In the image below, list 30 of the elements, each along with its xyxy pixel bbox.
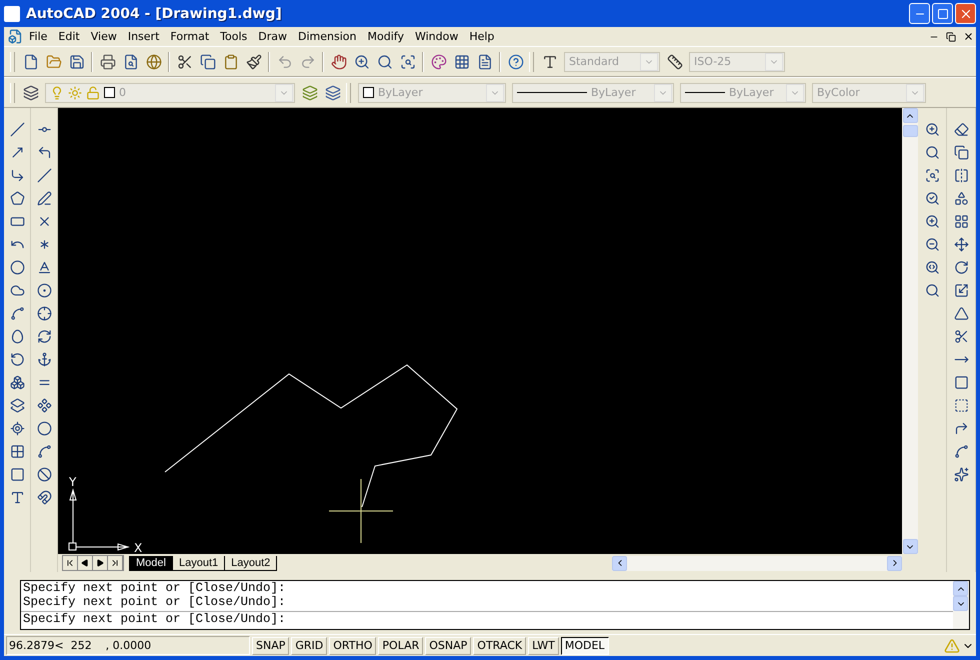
menu-item[interactable]: Edit — [53, 30, 85, 43]
menu-item[interactable]: File — [24, 30, 52, 43]
menu-item[interactable]: View — [86, 30, 122, 43]
y-axis-label: Y — [69, 475, 76, 489]
menu-item[interactable]: Draw — [253, 30, 292, 43]
status-toggle[interactable]: POLAR — [378, 636, 424, 654]
status-toggle[interactable]: OTRACK — [473, 636, 526, 654]
command-history-line: Specify next point or [Close/Undo]: — [22, 581, 287, 595]
menu-item[interactable]: Insert — [122, 30, 164, 43]
drawing-canvas[interactable]: Y X — [58, 108, 902, 554]
status-toggle[interactable]: ORTHO — [329, 636, 376, 654]
status-toggle[interactable]: SNAP — [252, 636, 290, 654]
layout-tab[interactable]: Layout2 — [224, 556, 278, 570]
menu-item[interactable]: Modify — [362, 30, 409, 43]
menu-item[interactable]: Format — [165, 30, 214, 43]
layout-tab[interactable]: Layout1 — [172, 556, 226, 570]
x-axis-label: X — [134, 541, 142, 555]
menu-item[interactable]: Help — [464, 30, 500, 43]
menu-item[interactable]: Window — [410, 30, 464, 43]
command-history-line: Specify next point or [Close/Undo]: — [22, 595, 287, 609]
coordinates-readout: 96.2879< 252 , 0.0000 — [6, 636, 250, 655]
status-toggle[interactable]: MODEL — [560, 636, 609, 654]
menu-item[interactable]: Dimension — [293, 30, 362, 43]
window-title: AutoCAD 2004 - [Drawing1.dwg] — [26, 6, 282, 22]
layout-tab[interactable]: Model — [129, 556, 173, 570]
status-toggle[interactable]: LWT — [528, 636, 559, 654]
status-toggle[interactable]: GRID — [291, 636, 328, 654]
command-prompt[interactable]: Specify next point or [Close/Undo]: — [21, 611, 953, 626]
menu-item[interactable]: Tools — [215, 30, 252, 43]
status-toggle[interactable]: OSNAP — [425, 636, 472, 654]
